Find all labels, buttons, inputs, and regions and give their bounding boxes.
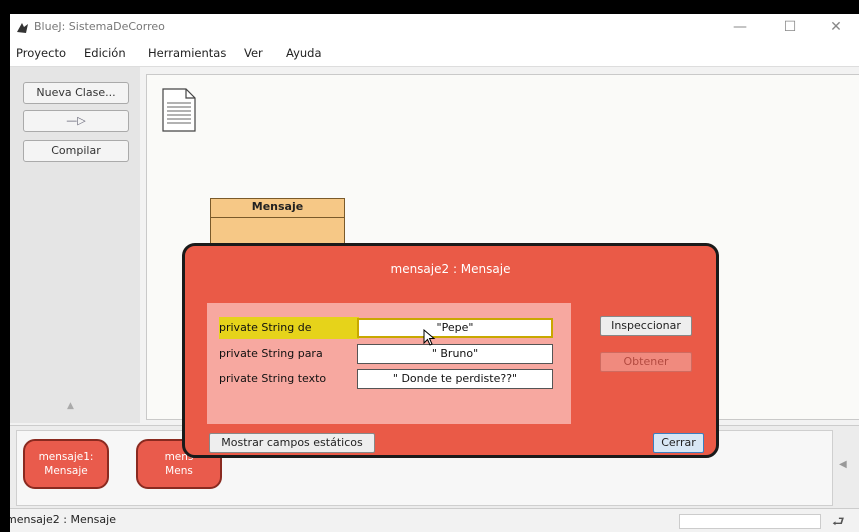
field-label: private String para [219, 347, 323, 360]
menu-ayuda[interactable]: Ayuda [286, 46, 322, 60]
bluej-app-icon [17, 23, 28, 33]
inspector-title: mensaje2 : Mensaje [390, 262, 511, 276]
field-row[interactable]: private String para " Bruno" [207, 343, 571, 365]
object-type: Mens [165, 465, 193, 477]
close-inspector-button[interactable]: Cerrar [653, 433, 704, 453]
menu-proyecto[interactable]: Proyecto [16, 46, 66, 60]
get-button[interactable]: Obtener [600, 352, 692, 372]
field-label: private String texto [219, 372, 327, 385]
fields-panel: private String de "Pepe" private String … [207, 303, 571, 424]
bench-scroll-left-icon[interactable]: ◀ [839, 459, 847, 470]
field-row[interactable]: private String texto " Donde te perdiste… [207, 368, 571, 390]
object-type: Mensaje [44, 465, 88, 477]
mouse-cursor-icon [423, 329, 436, 346]
return-icon[interactable]: ⮐ [832, 511, 845, 532]
status-text: mensaje2 : Mensaje [10, 513, 116, 526]
new-class-button[interactable]: Nueva Clase... [23, 82, 129, 104]
status-bar: mensaje2 : Mensaje ⮐ [10, 508, 859, 532]
maximize-button[interactable]: ☐ [772, 16, 808, 38]
field-value[interactable]: " Donde te perdiste??" [357, 369, 553, 389]
object-mensaje1[interactable]: mensaje1: Mensaje [23, 439, 109, 489]
arrow-tool-button[interactable]: —▷ [23, 110, 129, 132]
inspect-button[interactable]: Inspeccionar [600, 316, 692, 336]
close-window-button[interactable]: ✕ [818, 16, 854, 38]
tool-panel: Nueva Clase... —▷ Compilar ▲ [10, 67, 140, 423]
title-bar: BlueJ: SistemaDeCorreo — ☐ ✕ [10, 14, 859, 42]
menu-ver[interactable]: Ver [244, 46, 263, 60]
field-value[interactable]: " Bruno" [357, 344, 553, 364]
show-static-fields-button[interactable]: Mostrar campos estáticos [209, 433, 375, 453]
menu-bar: Proyecto Edición Herramientas Ver Ayuda [10, 42, 859, 67]
minimize-button[interactable]: — [722, 16, 758, 38]
class-name-label: Mensaje [211, 200, 344, 218]
progress-field [679, 514, 821, 529]
compile-button[interactable]: Compilar [23, 140, 129, 162]
window-title: BlueJ: SistemaDeCorreo [34, 20, 165, 33]
field-row[interactable]: private String de "Pepe" [207, 317, 571, 339]
menu-herramientas[interactable]: Herramientas [148, 46, 226, 60]
scroll-up-icon[interactable]: ▲ [67, 401, 74, 411]
field-label: private String de [219, 317, 359, 339]
object-inspector-dialog: mensaje2 : Mensaje private String de "Pe… [182, 243, 719, 458]
menu-edicion[interactable]: Edición [84, 46, 126, 60]
field-value[interactable]: "Pepe" [357, 318, 553, 338]
object-name: mensaje1: [38, 451, 94, 463]
readme-document-icon[interactable] [162, 88, 196, 132]
